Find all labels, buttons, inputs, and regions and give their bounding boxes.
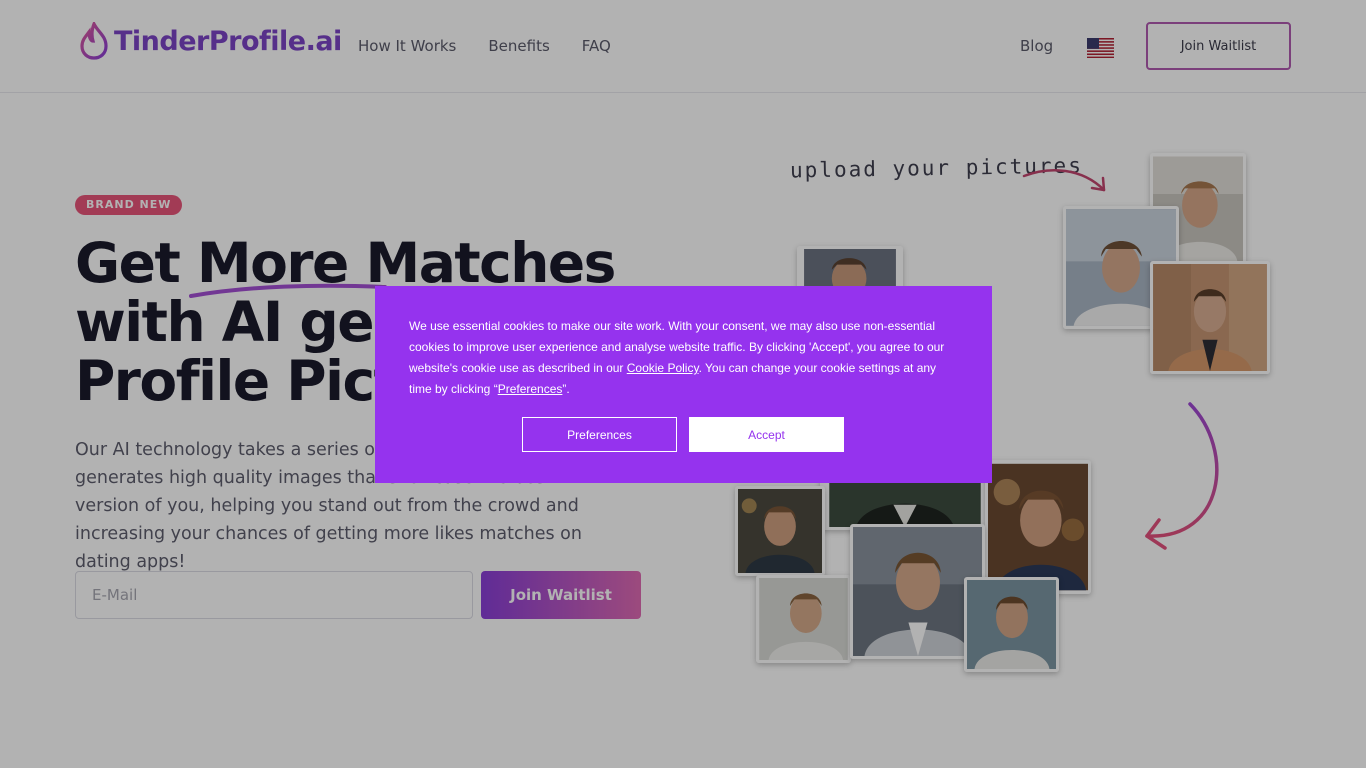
cookie-text-after: ”. bbox=[562, 382, 570, 396]
cookie-consent-dialog: We use essential cookies to make our sit… bbox=[375, 286, 992, 483]
accept-button[interactable]: Accept bbox=[689, 417, 844, 452]
preferences-button[interactable]: Preferences bbox=[522, 417, 677, 452]
preferences-link[interactable]: Preferences bbox=[498, 382, 563, 396]
cookie-message: We use essential cookies to make our sit… bbox=[409, 316, 961, 400]
cookie-policy-link[interactable]: Cookie Policy bbox=[627, 361, 699, 375]
